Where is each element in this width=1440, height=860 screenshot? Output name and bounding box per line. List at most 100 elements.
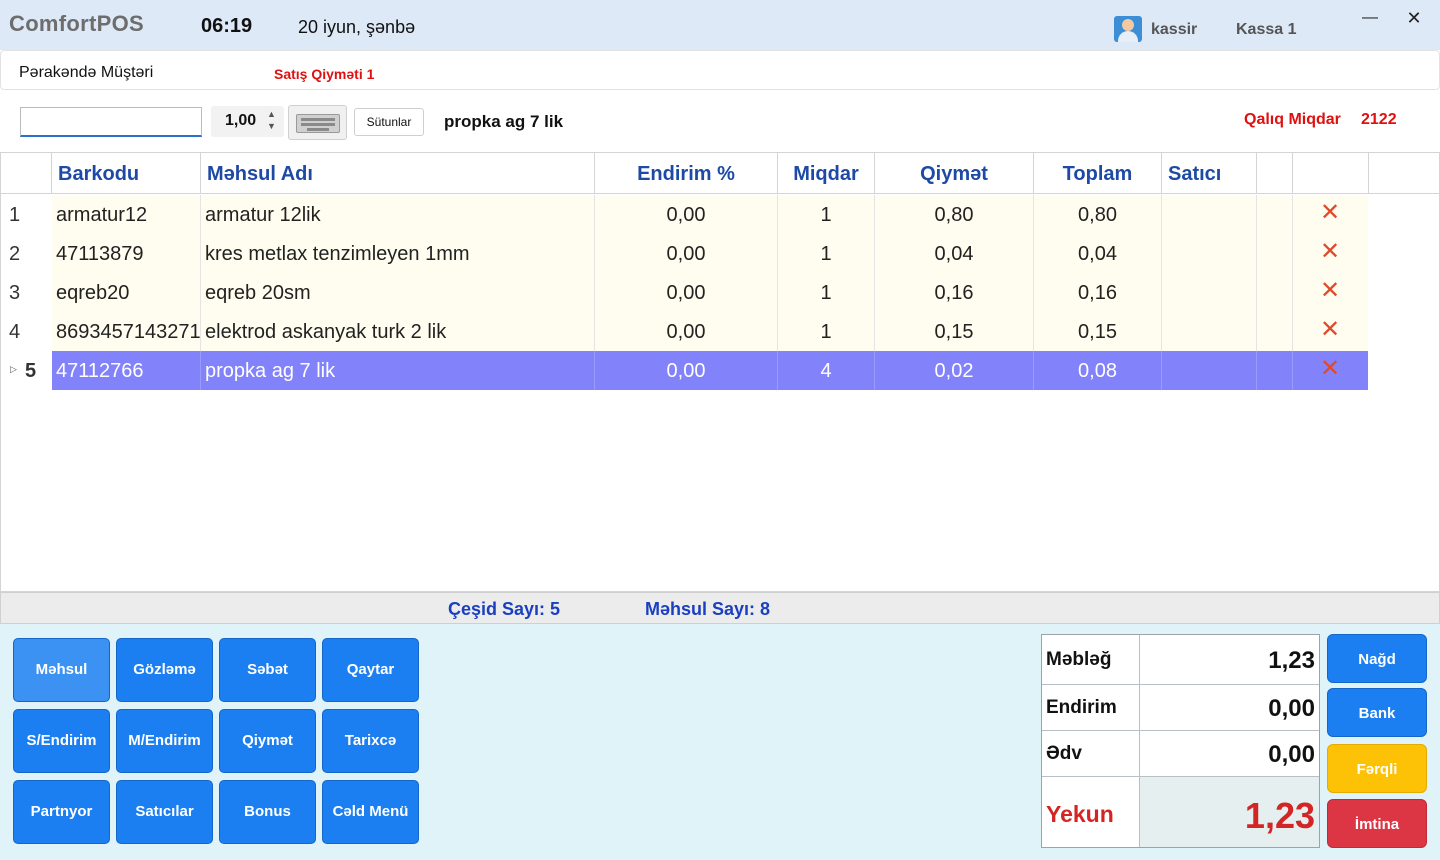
cell-price[interactable]: 0,15 — [875, 312, 1034, 351]
cash-button[interactable]: Nağd — [1327, 634, 1427, 683]
cell-extra — [1257, 273, 1293, 312]
cell-extra — [1257, 351, 1293, 390]
vat-row: Ədv 0,00 — [1042, 731, 1319, 777]
table-row[interactable]: 4 8693457143271 elektrod askanyak turk 2… — [1, 312, 1439, 351]
history-button[interactable]: Tarixcə — [322, 709, 419, 773]
cell-quantity[interactable]: 1 — [778, 312, 875, 351]
cell-discount[interactable]: 0,00 — [595, 195, 778, 234]
cell-total[interactable]: 0,15 — [1034, 312, 1162, 351]
cell-barcode[interactable]: 8693457143271 — [52, 312, 201, 351]
stepper-down-icon[interactable]: ▼ — [267, 121, 276, 131]
row-number: 4 — [9, 321, 21, 343]
basket-button[interactable]: Səbət — [219, 638, 316, 702]
mixed-payment-button[interactable]: Fərqli — [1327, 744, 1427, 793]
column-header-quantity[interactable]: Miqdar — [778, 153, 875, 193]
delete-row-icon[interactable]: ✕ — [1319, 357, 1341, 381]
quick-menu-button[interactable]: Cəld Menü — [322, 780, 419, 844]
quantity-value[interactable]: 1,00 — [225, 112, 256, 130]
column-header-extra — [1257, 153, 1293, 193]
column-header-barcode[interactable]: Barkodu — [52, 153, 201, 193]
cell-price[interactable]: 0,02 — [875, 351, 1034, 390]
columns-button[interactable]: Sütunlar — [354, 108, 424, 136]
cell-quantity[interactable]: 1 — [778, 273, 875, 312]
cell-barcode[interactable]: 47113879 — [52, 234, 201, 273]
amount-value: 1,23 — [1268, 647, 1315, 674]
cell-quantity[interactable]: 1 — [778, 234, 875, 273]
amount-row: Məbləğ 1,23 — [1042, 635, 1319, 685]
column-header-product-name[interactable]: Məhsul Adı — [201, 153, 595, 193]
table-row[interactable]: 2 47113879 kres metlax tenzimleyen 1mm 0… — [1, 234, 1439, 273]
cell-barcode[interactable]: eqreb20 — [52, 273, 201, 312]
cell-discount[interactable]: 0,00 — [595, 273, 778, 312]
price-button[interactable]: Qiymət — [219, 709, 316, 773]
cell-discount[interactable]: 0,00 — [595, 234, 778, 273]
column-header-discount[interactable]: Endirim % — [595, 153, 778, 193]
cell-barcode[interactable]: armatur12 — [52, 195, 201, 234]
stepper-up-icon[interactable]: ▲ — [267, 109, 276, 119]
column-header-seller[interactable]: Satıcı — [1162, 153, 1257, 193]
delete-row-icon[interactable]: ✕ — [1319, 279, 1341, 303]
keyboard-button[interactable] — [288, 105, 347, 140]
cell-product-name[interactable]: elektrod askanyak turk 2 lik — [201, 312, 595, 351]
stock-value: 2122 — [1361, 111, 1397, 128]
app-title: ComfortPOS — [9, 11, 144, 36]
header-rownum — [1, 153, 52, 193]
minimize-button[interactable]: — — [1355, 6, 1385, 30]
cell-price[interactable]: 0,04 — [875, 234, 1034, 273]
final-label: Yekun — [1046, 801, 1114, 827]
cell-seller[interactable] — [1162, 312, 1257, 351]
cancel-button[interactable]: İmtina — [1327, 799, 1427, 848]
cell-seller[interactable] — [1162, 273, 1257, 312]
cell-total[interactable]: 0,08 — [1034, 351, 1162, 390]
product-discount-button[interactable]: M/Endirim — [116, 709, 213, 773]
column-header-total[interactable]: Toplam — [1034, 153, 1162, 193]
summary-bar: Çeşid Sayı: 5 Məhsul Sayı: 8 — [0, 592, 1440, 624]
bank-button[interactable]: Bank — [1327, 688, 1427, 737]
delete-row-icon[interactable]: ✕ — [1319, 240, 1341, 264]
cell-product-name[interactable]: propka ag 7 lik — [201, 351, 595, 390]
bonus-button[interactable]: Bonus — [219, 780, 316, 844]
cell-seller[interactable] — [1162, 351, 1257, 390]
cell-barcode[interactable]: 47112766 — [52, 351, 201, 390]
cell-total[interactable]: 0,80 — [1034, 195, 1162, 234]
cell-price[interactable]: 0,16 — [875, 273, 1034, 312]
price-type-label[interactable]: Satış Qiyməti 1 — [274, 66, 374, 82]
cell-discount[interactable]: 0,00 — [595, 312, 778, 351]
cell-discount[interactable]: 0,00 — [595, 351, 778, 390]
sale-discount-button[interactable]: S/Endirim — [13, 709, 110, 773]
cell-price[interactable]: 0,80 — [875, 195, 1034, 234]
cell-total[interactable]: 0,16 — [1034, 273, 1162, 312]
cell-product-name[interactable]: kres metlax tenzimleyen 1mm — [201, 234, 595, 273]
cell-seller[interactable] — [1162, 195, 1257, 234]
cell-total[interactable]: 0,04 — [1034, 234, 1162, 273]
variety-count: Çeşid Sayı: 5 — [448, 599, 561, 619]
table-row[interactable]: 3 eqreb20 eqreb 20sm 0,00 1 0,16 0,16 ✕ — [1, 273, 1439, 312]
customer-name[interactable]: Pərakəndə Müştəri — [19, 64, 153, 82]
table-row-selected[interactable]: ▷ 5 47112766 propka ag 7 lik 0,00 4 0,02… — [1, 351, 1439, 390]
cell-product-name[interactable]: armatur 12lik — [201, 195, 595, 234]
register-name: Kassa 1 — [1236, 21, 1297, 38]
cell-quantity[interactable]: 1 — [778, 195, 875, 234]
hold-button[interactable]: Gözləmə — [116, 638, 213, 702]
vat-value: 0,00 — [1268, 741, 1315, 768]
barcode-input[interactable] — [20, 107, 202, 137]
partner-button[interactable]: Partnyor — [13, 780, 110, 844]
column-header-price[interactable]: Qiymət — [875, 153, 1034, 193]
cell-product-name[interactable]: eqreb 20sm — [201, 273, 595, 312]
cell-seller[interactable] — [1162, 234, 1257, 273]
table-row[interactable]: 1 armatur12 armatur 12lik 0,00 1 0,80 0,… — [1, 195, 1439, 234]
cell-extra — [1257, 234, 1293, 273]
sales-grid[interactable]: Barkodu Məhsul Adı Endirim % Miqdar Qiym… — [0, 152, 1440, 592]
quantity-stepper[interactable]: 1,00 ▲ ▼ — [211, 106, 284, 137]
delete-row-icon[interactable]: ✕ — [1319, 201, 1341, 225]
discount-row: Endirim 0,00 — [1042, 685, 1319, 731]
user-avatar-icon — [1114, 16, 1142, 42]
return-button[interactable]: Qaytar — [322, 638, 419, 702]
close-button[interactable]: ✕ — [1399, 6, 1429, 30]
delete-row-icon[interactable]: ✕ — [1319, 318, 1341, 342]
customer-bar[interactable]: Pərakəndə Müştəri Satış Qiyməti 1 — [0, 50, 1440, 90]
cell-extra — [1257, 195, 1293, 234]
cell-quantity[interactable]: 4 — [778, 351, 875, 390]
product-button[interactable]: Məhsul — [13, 638, 110, 702]
sellers-button[interactable]: Satıcılar — [116, 780, 213, 844]
